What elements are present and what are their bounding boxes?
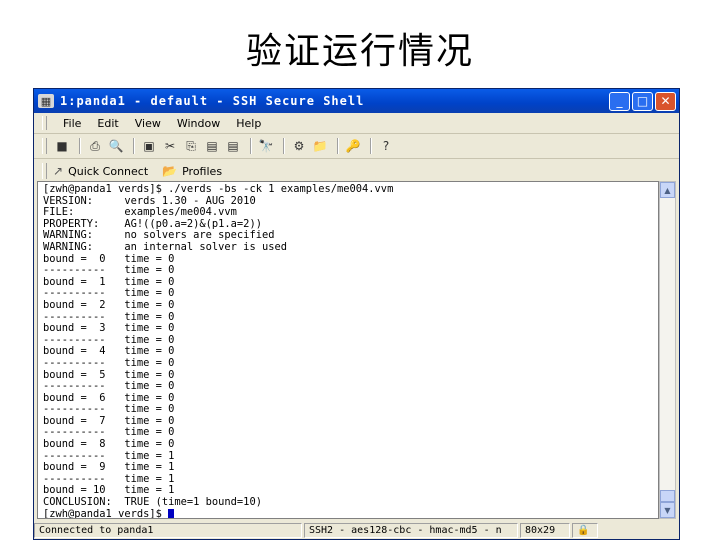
quick-connect-button[interactable]: ↗ Quick Connect (53, 164, 148, 178)
cut-icon[interactable]: ✂ (161, 138, 179, 154)
terminal-line: bound = 8 time = 0 (43, 438, 175, 451)
terminal-line: [zwh@panda1 verds]$ ./verds -bs -ck 1 ex… (43, 183, 394, 195)
terminal-output[interactable]: [zwh@panda1 verds]$ ./verds -bs -ck 1 ex… (37, 181, 659, 519)
menu-bar: File Edit View Window Help (34, 113, 679, 134)
print-preview-icon[interactable]: 🔍 (107, 138, 125, 154)
toolbar-separator (133, 138, 135, 154)
find-icon[interactable]: 🔭 (257, 138, 275, 154)
terminal-line: bound = 2 time = 0 (43, 298, 175, 311)
terminal-prompt: [zwh@panda1 verds]$ (43, 507, 169, 519)
minimize-button[interactable]: _ (609, 91, 630, 111)
quick-connect-label: Quick Connect (68, 164, 149, 178)
profiles-label: Profiles (182, 164, 223, 178)
settings-icon[interactable]: ⚙ (290, 138, 308, 154)
paste-icon[interactable]: ⎘ (182, 138, 200, 154)
terminal-line: bound = 3 time = 0 (43, 322, 175, 335)
slide-title: 验证运行情况 (245, 31, 474, 72)
help-icon[interactable]: ? (377, 138, 395, 154)
status-bar: Connected to panda1 SSH2 - aes128-cbc - … (34, 520, 679, 539)
status-terminal-size: 80x29 (520, 522, 570, 538)
window-title: 1:panda1 - default - SSH Secure Shell (60, 94, 365, 108)
status-connection: Connected to panda1 (34, 522, 302, 538)
scrollbar-thumb[interactable] (660, 490, 675, 502)
toolbar-separator (370, 138, 372, 154)
window-titlebar[interactable]: ▦ 1:panda1 - default - SSH Secure Shell … (34, 89, 679, 113)
window-controls: _ □ ✕ (609, 91, 676, 111)
menubar-grip[interactable] (42, 116, 47, 130)
ssh-client-window: ▦ 1:panda1 - default - SSH Secure Shell … (33, 88, 680, 540)
save-icon[interactable]: ■ (53, 138, 71, 154)
quick-connect-bar: ↗ Quick Connect 📂 Profiles (34, 159, 679, 183)
quick-connect-icon: ↗ (53, 164, 64, 178)
terminal-line: ---------- time = 0 (43, 380, 175, 393)
status-cipher: SSH2 - aes128-cbc - hmac-md5 - n (304, 522, 518, 538)
menu-window[interactable]: Window (169, 117, 228, 130)
lock-icon: 🔒 (572, 522, 598, 538)
new-connection-icon[interactable]: 📁 (311, 138, 329, 154)
scroll-up-button[interactable]: ▲ (660, 182, 675, 198)
menu-edit[interactable]: Edit (89, 117, 126, 130)
terminal-line: ---------- time = 0 (43, 356, 175, 369)
clipboard-icon[interactable]: ▤ (224, 138, 242, 154)
close-button[interactable]: ✕ (655, 91, 676, 111)
toolbar-separator (337, 138, 339, 154)
menu-file[interactable]: File (55, 117, 89, 130)
print-icon[interactable]: ⎙ (86, 138, 104, 154)
menu-view[interactable]: View (127, 117, 169, 130)
quickbar-grip[interactable] (42, 163, 47, 179)
terminal-cursor (168, 508, 175, 518)
toolbar-separator (283, 138, 285, 154)
profiles-button[interactable]: 📂 Profiles (162, 164, 222, 178)
vertical-scrollbar[interactable]: ▲ ▼ (659, 181, 676, 519)
menu-help[interactable]: Help (228, 117, 269, 130)
folder-icon: 📂 (162, 164, 178, 178)
ssh-app-icon: ▦ (38, 94, 54, 108)
clipboard-icon[interactable]: ▤ (203, 138, 221, 154)
toolbar: ■ ⎙ 🔍 ▣ ✂ ⎘ ▤ ▤ 🔭 ⚙ 📁 🔑 ? (34, 134, 679, 159)
maximize-button[interactable]: □ (632, 91, 653, 111)
toolbar-grip[interactable] (42, 138, 47, 154)
copy-icon[interactable]: ▣ (140, 138, 158, 154)
terminal-line: ---------- time = 0 (43, 264, 175, 277)
key-icon[interactable]: 🔑 (344, 138, 362, 154)
terminal-prompt-line[interactable]: [zwh@panda1 verds]$ (43, 507, 658, 519)
toolbar-separator (250, 138, 252, 154)
terminal-line: WARNING: an internal solver is used (43, 240, 287, 253)
toolbar-separator (79, 138, 81, 154)
scroll-down-button[interactable]: ▼ (660, 502, 675, 518)
